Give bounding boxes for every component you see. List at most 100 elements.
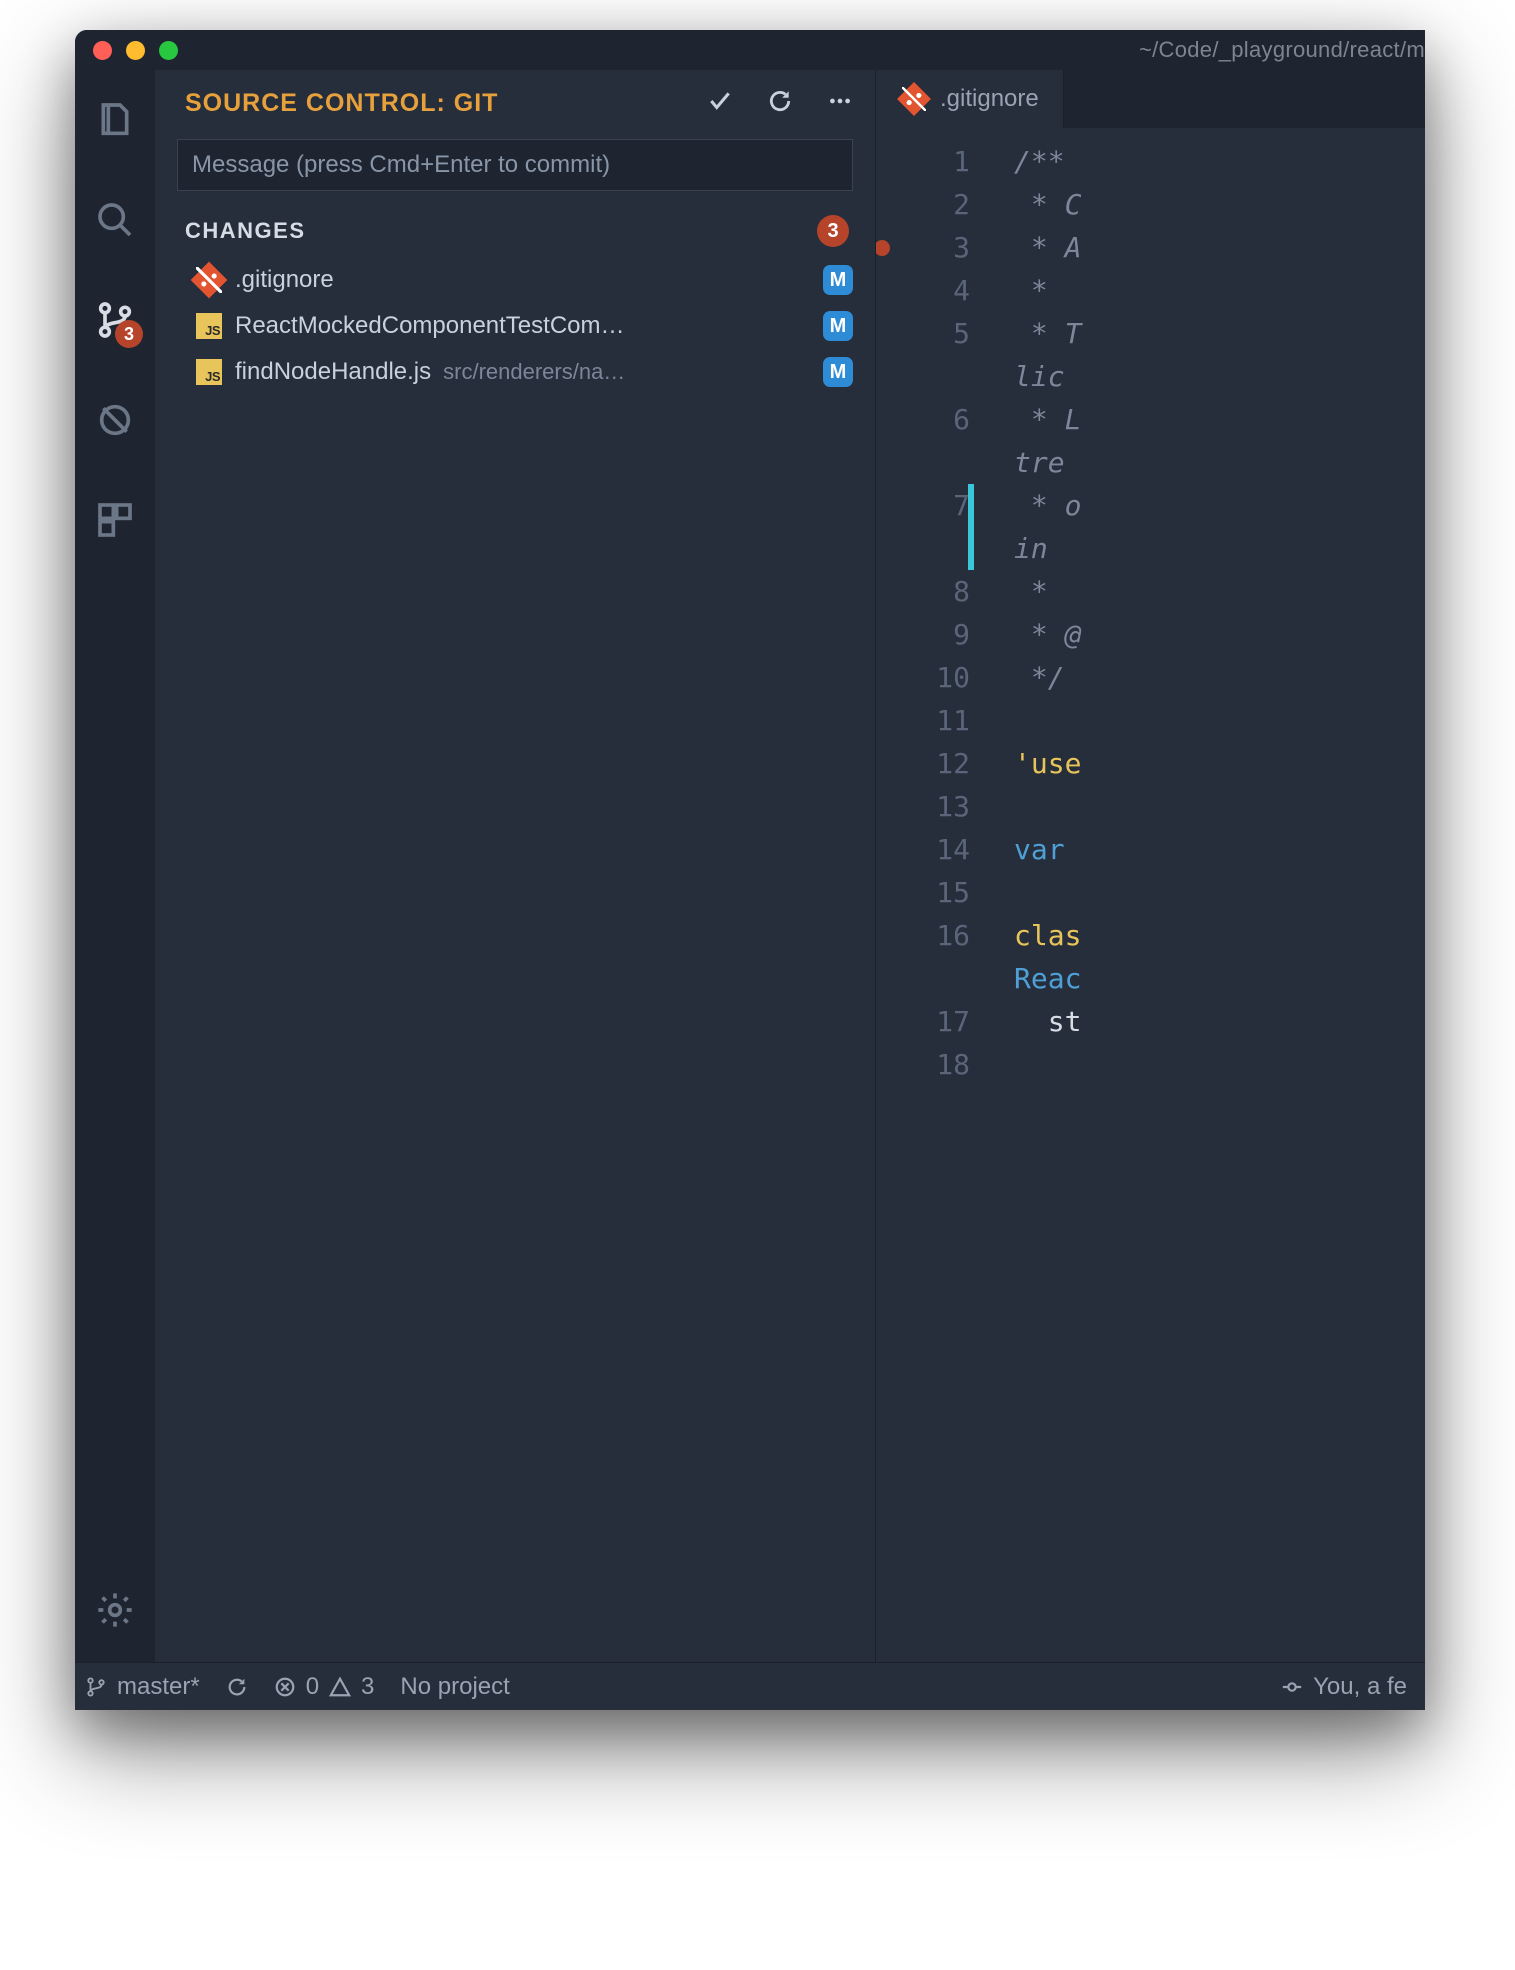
line-number: 2 [876,183,970,226]
window-controls [93,41,178,60]
status-branch[interactable]: master* [85,1673,200,1701]
js-file-icon: JS [195,312,223,340]
branch-name: master* [117,1673,200,1701]
code-line: * Ltre [1014,398,1081,484]
code-line: * Tlic [1014,312,1081,398]
editor-tab-gitignore[interactable]: .gitignore [876,70,1064,128]
git-icon [195,266,223,294]
code-line: * [1014,269,1081,312]
code-line [1014,785,1081,828]
changes-header[interactable]: CHANGES 3 [155,205,875,257]
commit-message-box[interactable] [177,139,853,191]
line-number: 12 [876,742,970,785]
code-line [1014,1043,1081,1086]
blame-text: You, a fe [1313,1673,1407,1701]
line-number: 16 [876,914,970,1000]
changes-section-label: CHANGES [185,218,817,244]
bug-icon [95,400,135,440]
code-line: * @ [1014,613,1081,656]
change-row[interactable]: JSfindNodeHandle.jssrc/renderers/na…M [155,349,875,395]
code-editor[interactable]: 123456789101112131415161718 /** * C * A … [876,128,1425,1662]
activity-settings[interactable] [93,1588,137,1632]
change-filename: findNodeHandle.js [235,358,431,386]
change-filename: .gitignore [235,266,334,294]
line-number-gutter: 123456789101112131415161718 [876,128,996,1662]
activity-source-control[interactable]: 3 [93,298,137,342]
refresh-button[interactable] [767,88,793,119]
tab-label: .gitignore [940,85,1039,113]
status-project[interactable]: No project [400,1673,509,1701]
code-line: /** [1014,140,1081,183]
change-filename: ReactMockedComponentTestCom… [235,312,625,340]
activity-extensions[interactable] [93,498,137,542]
code-line [1014,871,1081,914]
commit-icon [1281,1676,1303,1698]
files-icon [95,100,135,140]
minimize-window-button[interactable] [126,41,145,60]
close-window-button[interactable] [93,41,112,60]
code-line: */ [1014,656,1081,699]
change-row[interactable]: JS ReactMockedComponentTestCom… M [155,303,875,349]
check-icon [707,88,733,114]
extensions-icon [95,500,135,540]
activity-explorer[interactable] [93,98,137,142]
modified-badge: M [823,357,853,387]
editor-group: .gitignore 123456789101112131415161718 /… [875,70,1425,1662]
code-line [1014,699,1081,742]
status-bar: master* 0 3 No project You, a fe [75,1662,1425,1710]
change-row[interactable]: .gitignore M [155,257,875,303]
line-number: 9 [876,613,970,656]
modified-badge: M [823,265,853,295]
code-line: * A [1014,226,1081,269]
sync-icon [226,1676,248,1698]
status-sync[interactable] [226,1676,248,1698]
refresh-icon [767,88,793,114]
warning-icon [329,1676,351,1698]
line-number: 4 [876,269,970,312]
line-number: 17 [876,1000,970,1043]
status-git-blame[interactable]: You, a fe [1281,1673,1407,1701]
line-number: 18 [876,1043,970,1086]
code-line: * [1014,570,1081,613]
error-icon [274,1676,296,1698]
line-number: 11 [876,699,970,742]
scm-panel: SOURCE CONTROL: GIT CHANGES [155,70,875,1662]
activity-bar: 3 [75,70,155,1662]
line-number: 10 [876,656,970,699]
titlebar: ~/Code/_playground/react/m [75,30,1425,70]
code-line: st [1014,1000,1081,1043]
line-number: 3 [876,226,970,269]
code-line: clasReac [1014,914,1081,1000]
maximize-window-button[interactable] [159,41,178,60]
code-line: * C [1014,183,1081,226]
project-label: No project [400,1673,509,1701]
modified-badge: M [823,311,853,341]
line-number: 5 [876,312,970,398]
status-problems[interactable]: 0 3 [274,1673,375,1701]
git-icon [900,85,928,113]
more-actions-button[interactable] [827,88,853,119]
activity-debug[interactable] [93,398,137,442]
code-content: /** * C * A * * Tlic * Ltre * oin * * @ … [996,128,1081,1662]
line-number: 15 [876,871,970,914]
gear-icon [95,1590,135,1630]
added-line-marker [968,484,974,570]
activity-search[interactable] [93,198,137,242]
commit-message-input[interactable] [192,151,838,179]
error-count: 0 [306,1673,319,1701]
scm-title: SOURCE CONTROL: GIT [185,89,707,118]
js-file-icon: JS [195,358,223,386]
scm-badge: 3 [115,320,143,348]
editor-tabs: .gitignore [876,70,1425,128]
main-area: 3 SOURCE CONTROL: GIT [75,70,1425,1662]
changes-list: .gitignore M JS ReactMockedComponentTestCom… [155,257,875,395]
branch-icon [85,1676,107,1698]
code-line: var [1014,828,1081,871]
code-line: * oin [1014,484,1081,570]
warning-count: 3 [361,1673,374,1701]
window-title-path: ~/Code/_playground/react/m [1139,30,1425,70]
code-line: 'use [1014,742,1081,785]
line-number: 14 [876,828,970,871]
commit-button[interactable] [707,88,733,119]
scm-header: SOURCE CONTROL: GIT [155,70,875,129]
